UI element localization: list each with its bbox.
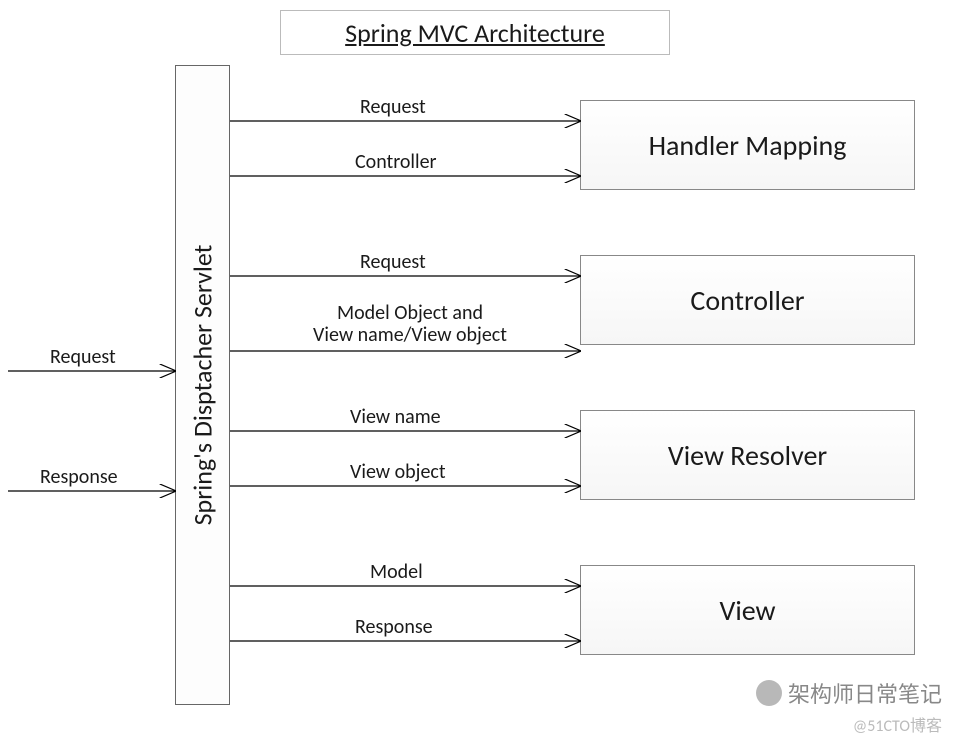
wechat-icon [756,680,782,706]
ctrl-return-arrow [230,350,580,352]
response-out-label: Response [40,465,118,489]
view-model-label: Model [370,560,423,584]
watermark-source: @51CTO博客 [853,712,942,736]
ctrl-request-label: Request [360,250,426,274]
view-response-label: Response [355,615,433,639]
view-response-arrow [230,640,580,642]
watermark-author-text: 架构师日常笔记 [788,677,942,709]
handler-mapping-box: Handler Mapping [580,100,915,190]
ctrl-return-label-line2: View name/View object [310,324,510,346]
view-resolver-box: View Resolver [580,410,915,500]
ctrl-return-label: Model Object and View name/View object [310,302,510,346]
title-box: Spring MVC Architecture [280,10,670,55]
vr-viewobject-arrow [230,485,580,487]
view-model-arrow [230,585,580,587]
ctrl-request-arrow [230,275,580,277]
controller-label: Controller [690,283,804,318]
view-resolver-label: View Resolver [668,438,827,473]
vr-viewname-arrow [230,430,580,432]
dispatcher-servlet-box: Spring's Disptacher Servlet [175,65,230,705]
hm-controller-arrow [230,175,580,177]
view-box: View [580,565,915,655]
handler-mapping-label: Handler Mapping [649,128,847,163]
response-out-arrow [8,490,175,492]
controller-box: Controller [580,255,915,345]
request-in-arrow [8,370,175,372]
vr-viewname-label: View name [350,405,441,429]
hm-request-arrow [230,120,580,122]
dispatcher-servlet-label: Spring's Disptacher Servlet [187,245,219,526]
ctrl-return-label-line1: Model Object and [310,302,510,324]
diagram-title: Spring MVC Architecture [345,17,605,49]
hm-request-label: Request [360,95,426,119]
view-label: View [719,593,775,628]
hm-controller-label: Controller [355,150,437,174]
vr-viewobject-label: View object [350,460,446,484]
watermark-author: 架构师日常笔记 [756,677,942,709]
request-in-label: Request [50,345,116,369]
